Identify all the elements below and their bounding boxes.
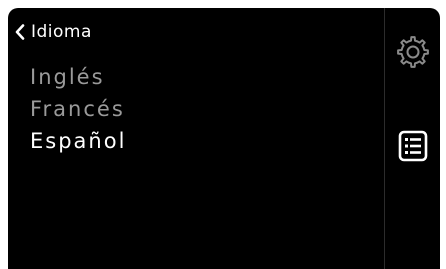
chevron-left-icon <box>15 24 25 40</box>
list-icon <box>398 130 428 162</box>
side-toolbar <box>385 8 440 269</box>
list-view-button[interactable] <box>395 128 431 164</box>
language-option[interactable]: Español <box>30 125 126 157</box>
language-option[interactable]: Inglés <box>30 61 126 93</box>
language-menu-panel: Idioma Inglés Francés Español <box>8 8 384 269</box>
device-screen: Idioma Inglés Francés Español <box>8 8 440 269</box>
menu-title: Idioma <box>31 22 92 42</box>
back-button[interactable]: Idioma <box>15 21 92 43</box>
settings-button[interactable] <box>395 34 431 70</box>
language-list: Inglés Francés Español <box>30 61 126 157</box>
gear-icon <box>397 36 429 68</box>
language-option[interactable]: Francés <box>30 93 126 125</box>
